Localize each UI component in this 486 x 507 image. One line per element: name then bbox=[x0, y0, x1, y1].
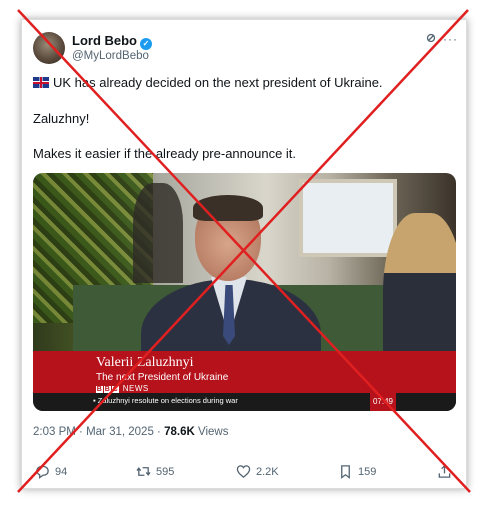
post-time[interactable]: 2:03 PM bbox=[33, 426, 76, 438]
tweet-text-line-3: Makes it easier if the already pre-annou… bbox=[33, 146, 297, 161]
display-name[interactable]: Lord Bebo ✓ bbox=[72, 33, 152, 50]
share-button[interactable] bbox=[437, 464, 452, 479]
user-handle[interactable]: @MyLordBebo bbox=[72, 50, 149, 62]
post-date[interactable]: Mar 31, 2025 bbox=[86, 426, 154, 438]
tweet-card: Lord Bebo ✓ @MyLordBebo ··· UK has alread… bbox=[21, 19, 467, 489]
like-count: 2.2K bbox=[256, 465, 279, 478]
action-bar: 94 595 2.2K 159 bbox=[33, 464, 455, 482]
ticker-clock: 07:49 bbox=[370, 393, 396, 411]
tweet-text-line-2: Zaluzhny! bbox=[33, 111, 90, 126]
views-label: Views bbox=[197, 426, 229, 438]
avatar[interactable] bbox=[33, 32, 65, 64]
like-button[interactable]: 2.2K bbox=[236, 464, 279, 479]
tweet-meta: 2:03 PM · Mar 31, 2025 · 78.6K Views bbox=[33, 426, 228, 438]
lower-third-name: Valerii Zaluzhnyi bbox=[96, 355, 194, 370]
news-label: NEWS bbox=[122, 384, 149, 393]
meta-separator: · bbox=[157, 426, 161, 438]
uk-flag-icon bbox=[33, 77, 49, 88]
views-count[interactable]: 78.6K bbox=[164, 426, 195, 438]
reply-button[interactable]: 94 bbox=[35, 464, 67, 479]
repost-icon bbox=[136, 467, 151, 476]
meta-separator: · bbox=[79, 426, 83, 438]
lower-third-title: The next President of Ukraine bbox=[96, 372, 229, 383]
verified-badge-icon: ✓ bbox=[140, 38, 152, 50]
bookmark-icon bbox=[341, 465, 350, 479]
grok-icon[interactable] bbox=[426, 32, 436, 46]
reply-count: 94 bbox=[55, 465, 68, 478]
reply-icon bbox=[36, 465, 49, 479]
ticker-headline: Zaluzhnyi resolute on elections during w… bbox=[97, 396, 238, 405]
bookmark-count: 159 bbox=[358, 465, 377, 478]
grok-icon-glyph bbox=[426, 33, 436, 43]
tweet-image[interactable]: Valerii Zaluzhnyi The next President of … bbox=[33, 173, 456, 411]
tweet-text-line-1: UK has already decided on the next presi… bbox=[33, 75, 383, 91]
display-name-text[interactable]: Lord Bebo bbox=[72, 33, 137, 48]
heart-icon bbox=[236, 465, 251, 478]
repost-count: 595 bbox=[156, 465, 175, 478]
share-icon bbox=[438, 464, 451, 478]
tweet-text-1: UK has already decided on the next presi… bbox=[53, 75, 383, 90]
more-icon[interactable]: ··· bbox=[443, 32, 458, 46]
repost-button[interactable]: 595 bbox=[136, 464, 174, 479]
person-hair bbox=[193, 195, 263, 221]
bookmark-button[interactable]: 159 bbox=[338, 464, 376, 479]
ticker-text: ▪ Zaluzhnyi resolute on elections during… bbox=[93, 396, 238, 405]
